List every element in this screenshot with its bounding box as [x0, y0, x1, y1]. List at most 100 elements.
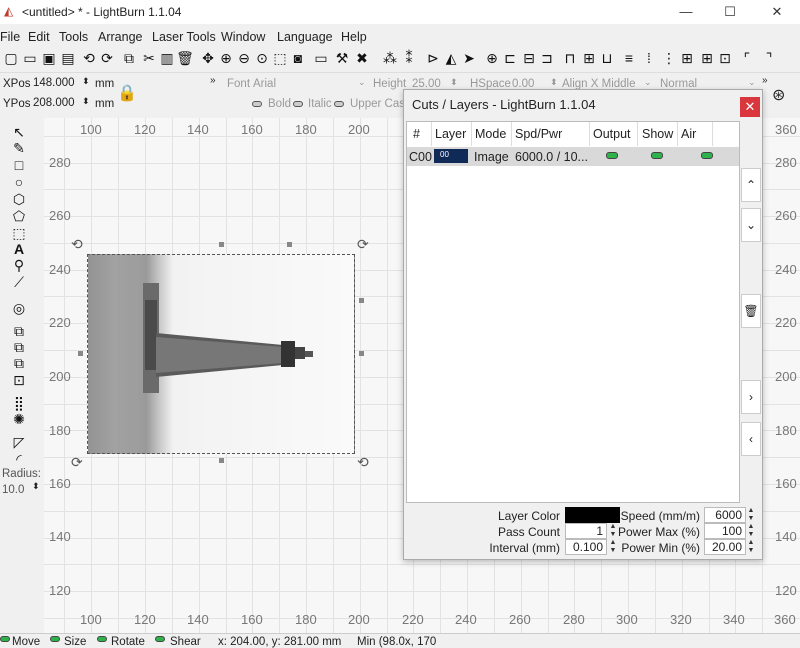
- align-bottom-icon[interactable]: ⊔: [598, 49, 616, 67]
- pass-count-input[interactable]: 1: [565, 523, 607, 539]
- upper-case-toggle-icon[interactable]: [334, 101, 344, 107]
- align-center-icon[interactable]: ⊕: [483, 49, 501, 67]
- corner-tl-icon[interactable]: ⌜: [738, 49, 756, 67]
- move-layer-up-button[interactable]: ⌃: [741, 168, 761, 202]
- distribute-h-icon[interactable]: ≡: [620, 49, 638, 67]
- undo-icon[interactable]: ⟲: [80, 49, 98, 67]
- size-toggle[interactable]: [50, 636, 60, 642]
- expand-chevron-icon[interactable]: »: [762, 75, 768, 86]
- intersect-icon[interactable]: ⊡: [10, 372, 28, 388]
- weld-icon[interactable]: ⧉: [10, 323, 28, 339]
- layer-color-chip[interactable]: 00: [434, 149, 468, 163]
- paste-icon[interactable]: ▥: [158, 49, 176, 67]
- menu-arrange[interactable]: Arrange: [98, 30, 142, 44]
- ellipse-tool-icon[interactable]: ○: [10, 174, 28, 190]
- monitor-icon[interactable]: ▭: [312, 49, 330, 67]
- shear-toggle[interactable]: [155, 636, 165, 642]
- hspace-spinner-icon[interactable]: ⬍: [550, 77, 558, 88]
- rectangle-tool-icon[interactable]: □: [10, 157, 28, 173]
- delete-icon[interactable]: 🗑: [176, 49, 194, 67]
- power-max-input[interactable]: 100: [704, 523, 746, 539]
- align-vcenter-icon[interactable]: ⊞: [580, 49, 598, 67]
- resize-handle[interactable]: [219, 242, 224, 247]
- save-as-icon[interactable]: ▤: [59, 49, 77, 67]
- rotate-toggle[interactable]: [97, 636, 107, 642]
- corner-fillet-icon[interactable]: ◸: [10, 434, 28, 450]
- redo-icon[interactable]: ⟳: [98, 49, 116, 67]
- menu-edit[interactable]: Edit: [28, 30, 50, 44]
- table-row[interactable]: C00 00 Image 6000.0 / 10...: [407, 147, 739, 166]
- zoom-in-icon[interactable]: ⊕: [217, 49, 235, 67]
- zoom-out-icon[interactable]: ⊖: [235, 49, 253, 67]
- expand-panel-button[interactable]: ›: [741, 380, 761, 414]
- col-header[interactable]: Show: [642, 127, 673, 141]
- ypos-input[interactable]: 208.000: [30, 96, 80, 113]
- distribute-spacing-icon[interactable]: ⋮: [660, 49, 678, 67]
- normal-dropdown-icon[interactable]: ⌄: [748, 77, 756, 88]
- subtract-icon[interactable]: ⧉: [10, 355, 28, 371]
- resize-handle[interactable]: [219, 458, 224, 463]
- xpos-input[interactable]: 148.000: [30, 76, 80, 93]
- resize-handle[interactable]: [287, 242, 292, 247]
- move-icon[interactable]: ✥: [199, 49, 217, 67]
- polygon-tool-icon[interactable]: ⬡: [10, 191, 28, 207]
- power-min-spinner-icon[interactable]: ▲ ▼: [747, 539, 755, 555]
- lighthouse-image[interactable]: [87, 254, 355, 454]
- dashed-rect-icon[interactable]: ⬚: [10, 225, 28, 241]
- corner-tr-icon[interactable]: ⌝: [760, 49, 778, 67]
- same-width-icon[interactable]: ⊞: [678, 49, 696, 67]
- dialog-close-button[interactable]: ✕: [740, 97, 760, 117]
- settings-tools-icon[interactable]: ⚒: [333, 49, 351, 67]
- maximize-button[interactable]: ☐: [707, 0, 753, 24]
- text-tool-icon[interactable]: A: [10, 241, 28, 257]
- ypos-spinner-icon[interactable]: ⬍: [82, 96, 90, 107]
- same-height-icon[interactable]: ⊞: [698, 49, 716, 67]
- move-toggle[interactable]: [0, 636, 10, 642]
- col-header[interactable]: Air: [681, 127, 696, 141]
- open-file-icon[interactable]: ▭: [21, 49, 39, 67]
- union-icon[interactable]: ⧉: [10, 339, 28, 355]
- move-together-icon[interactable]: ⊡: [716, 49, 734, 67]
- col-header[interactable]: Layer: [435, 127, 466, 141]
- cut-icon[interactable]: ✂: [140, 49, 158, 67]
- menu-tools[interactable]: Tools: [59, 30, 88, 44]
- speed-spinner-icon[interactable]: ▲ ▼: [747, 507, 755, 523]
- flip-h-icon[interactable]: ⊳: [424, 49, 442, 67]
- group-icon[interactable]: ⁂: [381, 49, 399, 67]
- interval-input[interactable]: 0.100: [565, 539, 607, 555]
- menu-window[interactable]: Window: [221, 30, 265, 44]
- menu-laser-tools[interactable]: Laser Tools: [152, 30, 216, 44]
- align-top-icon[interactable]: ⊓: [561, 49, 579, 67]
- close-window-button[interactable]: ✕: [754, 0, 800, 24]
- ungroup-icon[interactable]: ⁑: [400, 49, 418, 67]
- rotate-handle-icon[interactable]: ⟲: [357, 454, 369, 471]
- row-mode[interactable]: Image: [474, 150, 509, 164]
- pen-tool-icon[interactable]: ⬠: [10, 208, 28, 224]
- minimize-button[interactable]: —: [663, 0, 709, 24]
- power-max-spinner-icon[interactable]: ▲ ▼: [747, 523, 755, 539]
- distribute-v-icon[interactable]: ⁞: [640, 49, 658, 67]
- offset-icon[interactable]: ◎: [10, 300, 28, 316]
- resize-handle[interactable]: [359, 298, 364, 303]
- zoom-selection-icon[interactable]: ⬚: [271, 49, 289, 67]
- grid-array-icon[interactable]: ⣿: [10, 395, 28, 411]
- measure-tool-icon[interactable]: ⟋: [10, 274, 28, 290]
- menu-file[interactable]: File: [0, 30, 20, 44]
- col-header[interactable]: Output: [593, 127, 631, 141]
- new-file-icon[interactable]: ▢: [2, 49, 20, 67]
- rotate-handle-icon[interactable]: ⟳: [357, 236, 369, 253]
- resize-handle[interactable]: [78, 351, 83, 356]
- italic-toggle-icon[interactable]: [293, 101, 303, 107]
- circular-array-icon[interactable]: ✺: [10, 411, 28, 427]
- position-laser-icon[interactable]: ⚲: [10, 257, 28, 273]
- select-tool-icon[interactable]: ↖: [10, 124, 28, 140]
- align-left-icon[interactable]: ⊏: [501, 49, 519, 67]
- resize-handle[interactable]: [359, 351, 364, 356]
- output-toggle[interactable]: [606, 152, 618, 159]
- send-icon[interactable]: ➤: [460, 49, 478, 67]
- expand-chevron-icon[interactable]: »: [210, 75, 216, 86]
- col-header[interactable]: Mode: [475, 127, 506, 141]
- font-dropdown-icon[interactable]: ⌄: [358, 77, 366, 88]
- zoom-fit-icon[interactable]: ⊙: [253, 49, 271, 67]
- col-header[interactable]: Spd/Pwr: [515, 127, 562, 141]
